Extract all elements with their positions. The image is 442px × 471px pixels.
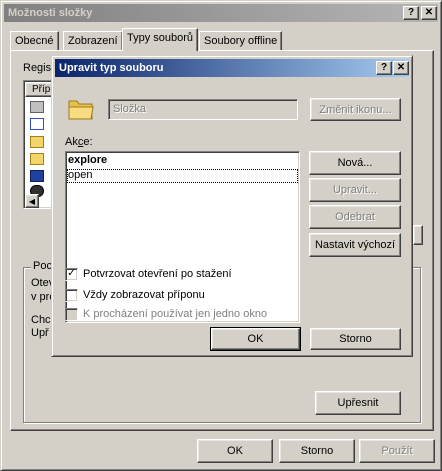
apply-button[interactable]: Použít (359, 439, 435, 463)
details-text-line: Chc (31, 314, 51, 326)
details-text-line: Upř (31, 327, 49, 339)
tab-file-types[interactable]: Typy souborů (122, 28, 199, 51)
tab-offline-files[interactable]: Soubory offline (199, 31, 283, 51)
main-help-button[interactable]: ? (403, 6, 419, 20)
action-item-open-focus (67, 169, 298, 183)
folder-icon (30, 153, 44, 165)
list-header-extension[interactable]: Příp (25, 82, 53, 97)
tab-general[interactable]: Obecné (10, 31, 59, 51)
registered-types-label: Regis (23, 62, 52, 74)
drive-icon (30, 101, 44, 113)
confirm-open-checkbox[interactable]: ✓ (65, 268, 78, 281)
dialog-title: Upravit typ souboru (59, 62, 164, 74)
set-default-button[interactable]: Nastavit výchozí (309, 233, 401, 257)
main-ok-button[interactable]: OK (197, 439, 273, 463)
document-icon (30, 118, 44, 130)
new-action-button[interactable]: Nová... (309, 151, 401, 175)
folder-icon (30, 136, 44, 148)
always-show-extension-label[interactable]: Vždy zobrazovat příponu (83, 289, 205, 301)
edit-action-button[interactable]: Upravit... (309, 178, 401, 202)
main-cancel-button[interactable]: Storno (279, 439, 355, 463)
browse-same-window-label[interactable]: K procházení používat jen jedno okno (83, 308, 267, 320)
action-item-open[interactable]: open (68, 169, 92, 181)
action-item-explore[interactable]: explore (68, 154, 107, 166)
advanced-button[interactable]: Upřesnit (315, 391, 401, 415)
dialog-close-button[interactable]: ✕ (393, 61, 409, 75)
computer-icon (30, 170, 44, 182)
dialog-cancel-button[interactable]: Storno (310, 328, 401, 350)
type-name-value: Složka (113, 103, 147, 115)
main-title-bar[interactable]: Možnosti složky (4, 4, 438, 22)
dialog-title-bar[interactable]: Upravit typ souboru (55, 59, 409, 77)
remove-action-button[interactable]: Odebrat (309, 205, 401, 229)
main-window-title: Možnosti složky (8, 7, 93, 19)
browse-same-window-checkbox[interactable] (65, 308, 78, 321)
always-show-extension-checkbox[interactable] (65, 289, 78, 302)
confirm-open-label[interactable]: Potvrzovat otevření po stažení (83, 268, 232, 280)
edit-file-type-dialog: Upravit typ souboru ? ✕ Složka Změnit ik… (51, 55, 413, 357)
dialog-help-button[interactable]: ? (376, 61, 392, 75)
dialog-ok-button[interactable]: OK (210, 327, 301, 351)
change-icon-button[interactable]: Změnit ikonu... (310, 98, 401, 121)
main-close-button[interactable]: ✕ (421, 6, 437, 20)
scroll-left-button[interactable]: ◀ (25, 194, 39, 208)
actions-label: Akce: (65, 136, 93, 148)
list-side-button[interactable] (413, 225, 423, 245)
tab-view[interactable]: Zobrazení (63, 31, 123, 51)
folder-icon (68, 100, 94, 120)
type-name-field[interactable]: Složka (108, 99, 298, 120)
